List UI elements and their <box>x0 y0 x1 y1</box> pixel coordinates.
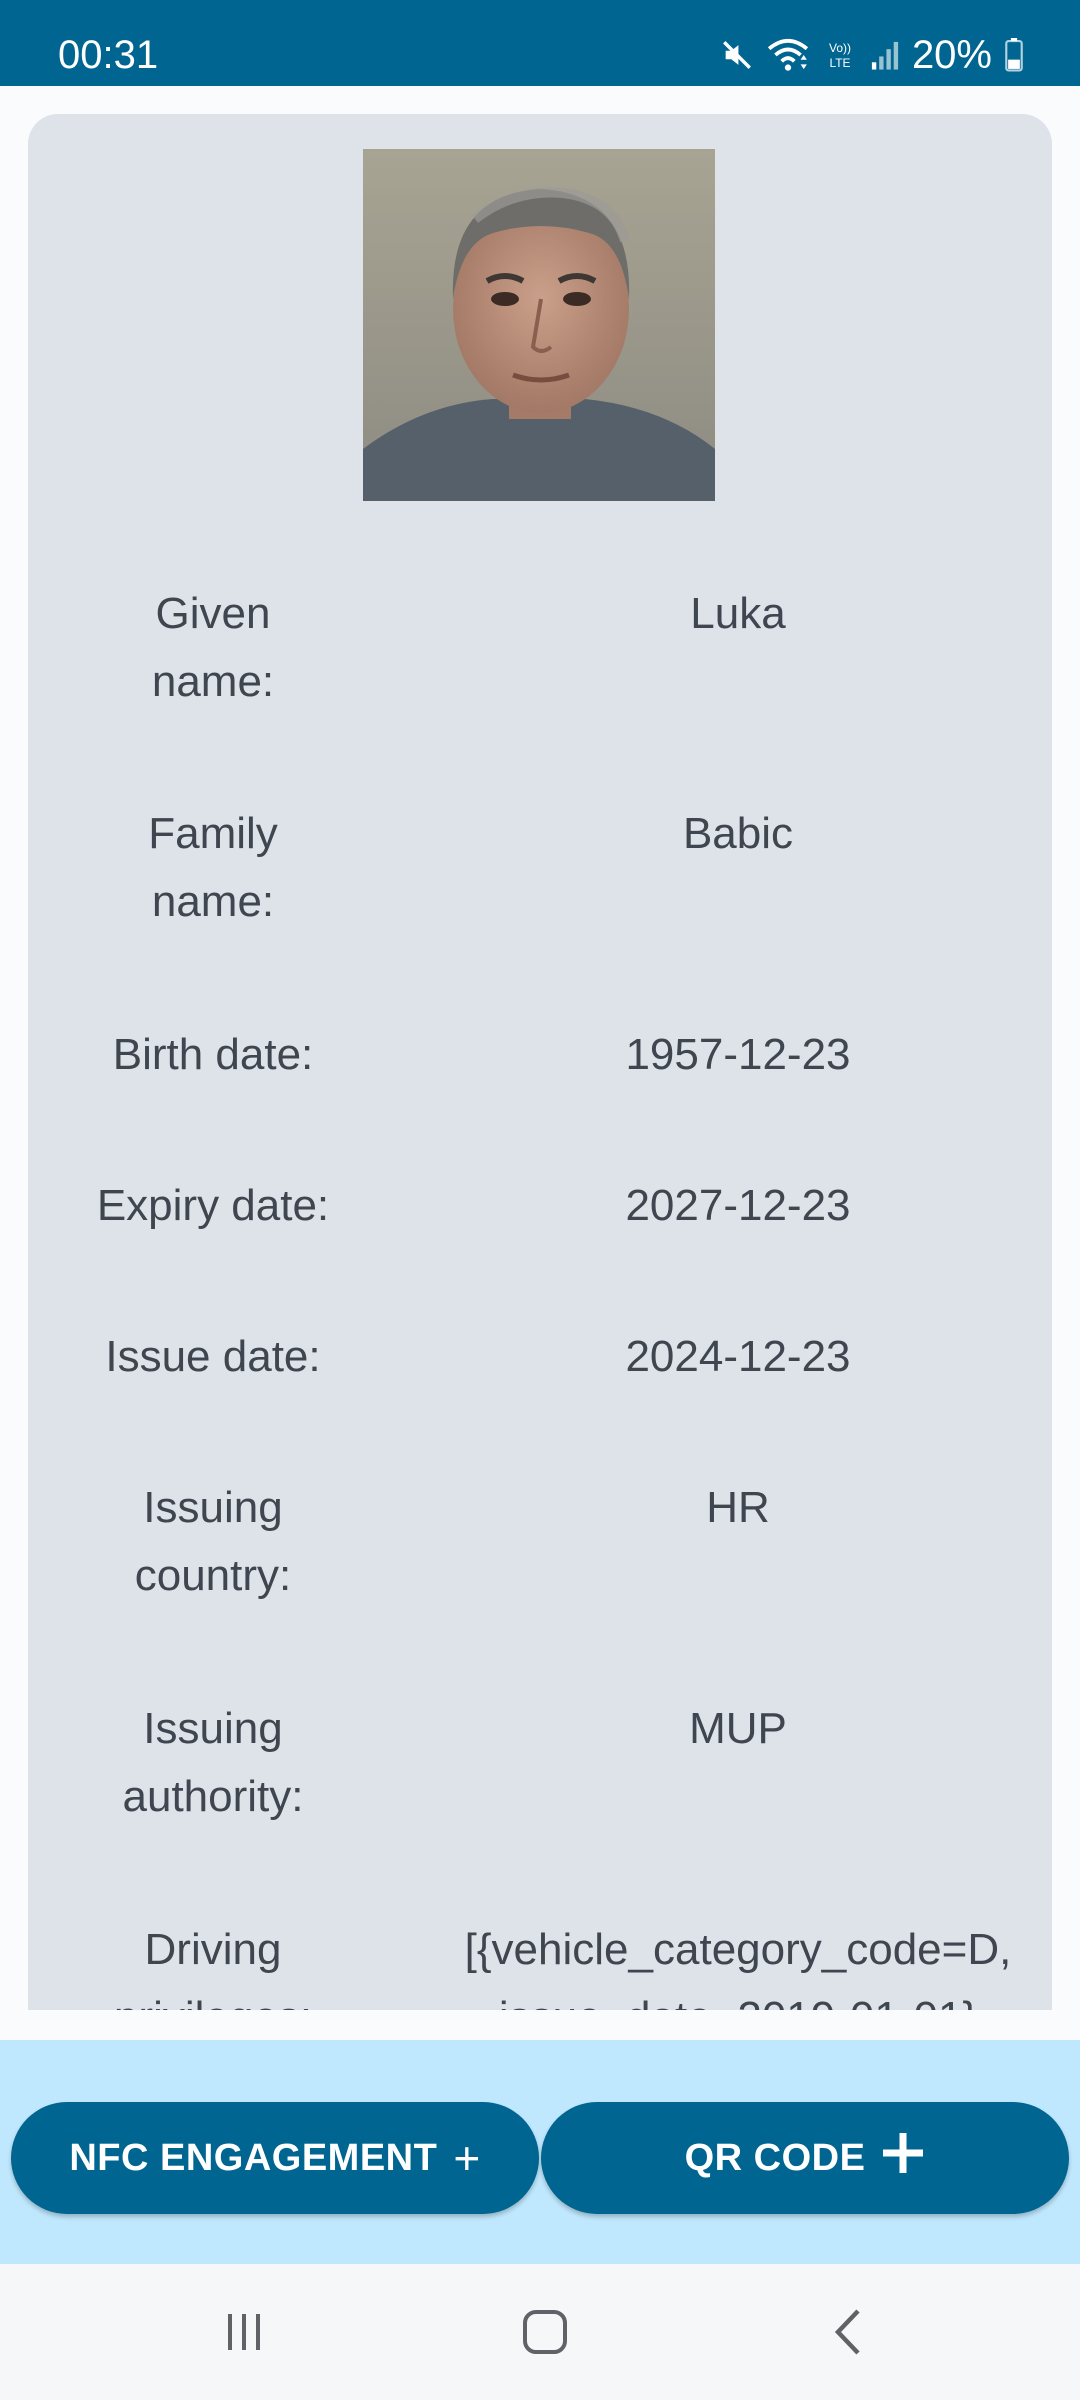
issuing-country-label: Issuing country: <box>134 1483 292 1600</box>
expiry-date-value: 2027-12-23 <box>625 1181 851 1230</box>
person-photo-icon <box>363 149 715 501</box>
expiry-date-label: Expiry date: <box>96 1181 330 1230</box>
portrait-photo <box>363 149 715 501</box>
battery-icon <box>1004 38 1024 72</box>
home-icon[interactable] <box>505 2298 585 2366</box>
qr-code-button[interactable]: QR CODE <box>541 2102 1069 2214</box>
driving-privileges-label: Driving privileges: <box>114 1925 312 2010</box>
back-icon[interactable] <box>808 2298 888 2366</box>
status-icons: Vo)) LTE 20% <box>720 30 1024 80</box>
system-nav-bar <box>0 2264 1080 2400</box>
plus-icon <box>881 2131 925 2185</box>
issue-date-value: 2024-12-23 <box>625 1332 851 1381</box>
nfc-engagement-label: NFC ENGAGEMENT <box>69 2136 438 2179</box>
wifi-icon <box>766 37 810 73</box>
issuing-authority-value: MUP <box>689 1704 787 1753</box>
battery-percent: 20% <box>911 33 992 77</box>
issuing-country-value: HR <box>706 1483 770 1532</box>
plus-icon: + <box>453 2132 481 2184</box>
driving-privileges-value: [{vehicle_category_code=D, issue_date=20… <box>464 1925 1012 2010</box>
nfc-engagement-button[interactable]: NFC ENGAGEMENT + <box>11 2102 539 2214</box>
mute-icon <box>720 38 754 72</box>
signal-icon <box>870 39 900 71</box>
status-bar: 00:31 Vo)) LTE 20% <box>0 0 1080 86</box>
volte-icon: Vo)) LTE <box>822 37 858 73</box>
engagement-actions-panel: NFC ENGAGEMENT + QR CODE <box>0 2040 1080 2264</box>
issue-date-label: Issue date: <box>105 1332 321 1381</box>
recents-icon[interactable] <box>204 2298 284 2366</box>
svg-text:LTE: LTE <box>829 56 850 70</box>
family-name-label: Family name: <box>148 809 278 926</box>
given-name-value: Luka <box>690 589 786 638</box>
qr-code-label: QR CODE <box>684 2136 866 2179</box>
birth-date-value: 1957-12-23 <box>625 1030 851 1079</box>
birth-date-label: Birth date: <box>112 1030 314 1079</box>
status-time: 00:31 <box>58 33 159 77</box>
family-name-value: Babic <box>682 809 794 858</box>
license-details-card[interactable]: Given name: Luka Family name: Babic Birt… <box>28 114 1052 2010</box>
given-name-label: Given name: <box>151 589 275 706</box>
issuing-authority-label: Issuing authority: <box>122 1704 304 1821</box>
svg-text:Vo)): Vo)) <box>829 41 851 55</box>
